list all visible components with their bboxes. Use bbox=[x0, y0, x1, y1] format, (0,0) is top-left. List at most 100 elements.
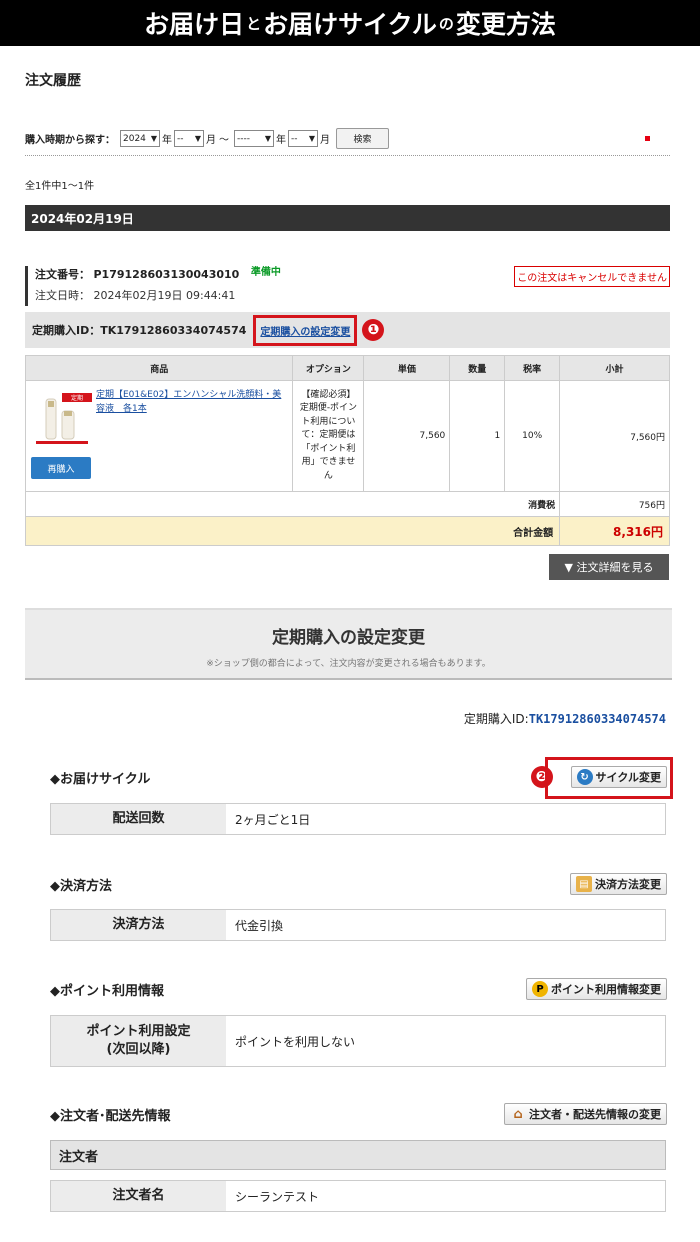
order-number-label: 注文番号： bbox=[35, 268, 90, 281]
order-date-label: 注文日時： bbox=[35, 289, 90, 302]
table-row: 定期 定期【E01&E02】エンハンシャル洗顔料・美容液 各1本 再購入 【確認… bbox=[24, 380, 670, 492]
month-suffix: 月 bbox=[206, 135, 216, 146]
table-header-row: 商品 オプション 単価 数量 税率 小計 bbox=[24, 355, 670, 381]
tax-row: 消費税 756円 bbox=[24, 491, 670, 517]
product-cell: 定期 定期【E01&E02】エンハンシャル洗顔料・美容液 各1本 再購入 bbox=[24, 380, 294, 492]
tax-value: 756円 bbox=[559, 491, 670, 517]
range-tilde: 〜 bbox=[219, 135, 229, 146]
payment-heading: ◆決済方法 bbox=[50, 878, 112, 894]
page-title: 注文履歴 bbox=[25, 73, 81, 89]
change-payment-label: 決済方法変更 bbox=[595, 878, 661, 891]
order-number: P179128603130043010 bbox=[93, 268, 240, 281]
red-square-icon bbox=[645, 136, 650, 141]
filter-label: 購入時期から探す： bbox=[25, 135, 115, 146]
option-cell: 【確認必須】定期便-ポイント利用について：定期便は「ポイント利用」できません bbox=[292, 380, 365, 492]
subscription-id-display: 定期購入ID:TK17912860334074574 bbox=[464, 710, 666, 727]
subscription-bar: 定期購入ID： TK17912860334074574 定期購入の設定変更 ❶ bbox=[25, 312, 670, 348]
purchase-period-filter: 購入時期から探す： 2024 ▼ 年 -- ▼ 月 〜 ---- ▼ 年 -- ▼ 月 … bbox=[25, 128, 670, 156]
chevron-down-icon: ▼ bbox=[308, 134, 315, 143]
subscription-id-label-2: 定期購入ID: bbox=[463, 712, 529, 726]
change-customer-label: 注文者・配送先情報の変更 bbox=[529, 1108, 661, 1121]
payment-row: 決済方法 代金引換 bbox=[50, 909, 666, 941]
payment-header: ◆決済方法 ▤ 決済方法変更 bbox=[50, 873, 667, 895]
customer-name-row: 注文者名 シーランテスト bbox=[50, 1180, 666, 1212]
col-header: オプション bbox=[292, 355, 365, 381]
customer-name-value: シーランテスト bbox=[235, 1189, 320, 1204]
payment-method-label: 決済方法 bbox=[51, 910, 226, 940]
year-suffix-2: 年 bbox=[276, 135, 286, 146]
col-header: 商品 bbox=[24, 355, 294, 381]
to-year-select[interactable]: ---- ▼ bbox=[234, 130, 274, 147]
col-header: 小計 bbox=[559, 355, 670, 381]
col-header: 税率 bbox=[504, 355, 561, 381]
from-year-select[interactable]: 2024 ▼ bbox=[120, 130, 160, 147]
status-badge: 準備中 bbox=[250, 267, 281, 278]
wallet-icon: ▤ bbox=[576, 876, 592, 892]
col-header: 単価 bbox=[363, 355, 451, 381]
delivery-count-label: 配送回数 bbox=[51, 804, 226, 834]
highlight-box bbox=[545, 757, 673, 799]
subscription-id-label: 定期購入ID： bbox=[32, 324, 101, 337]
subtotal-cell: 7,560円 bbox=[559, 380, 670, 492]
home-icon: ⌂ bbox=[513, 1106, 523, 1122]
banner-text-3: お届けサイクル bbox=[263, 10, 437, 39]
points-header: ◆ポイント利用情報 P ポイント利用情報変更 bbox=[50, 978, 667, 1000]
month-suffix-2: 月 bbox=[320, 135, 330, 146]
delivery-cycle-row: 配送回数 2ヶ月ごと1日 bbox=[50, 803, 666, 835]
delivery-cycle-heading: ◆お届けサイクル bbox=[50, 771, 151, 787]
step-1-badge: ❶ bbox=[362, 319, 385, 341]
points-setting-label-line1: ポイント利用設定 bbox=[86, 1023, 191, 1039]
search-button[interactable]: 検索 bbox=[336, 128, 389, 149]
from-month-select[interactable]: -- ▼ bbox=[174, 130, 204, 147]
unit-price-cell: 7,560 bbox=[363, 380, 451, 492]
col-header: 数量 bbox=[449, 355, 506, 381]
subscription-id: TK17912860334074574 bbox=[100, 323, 247, 337]
subscription-settings-link[interactable]: 定期購入の設定変更 bbox=[253, 314, 358, 346]
points-setting-label: ポイント利用設定 (次回以降) bbox=[51, 1016, 226, 1066]
year-suffix: 年 bbox=[162, 135, 172, 146]
total-row: 合計金額 8,316円 bbox=[24, 516, 670, 546]
customer-heading: ◆注文者･配送先情報 bbox=[50, 1108, 171, 1124]
customer-subheader: 注文者 bbox=[50, 1140, 666, 1170]
order-items-table: 商品 オプション 単価 数量 税率 小計 定期 定期【E01&E02】エンハンシ… bbox=[24, 355, 670, 546]
subscription-settings-section: 定期購入の設定変更 ※ショップ側の都合によって、注文内容が変更される場合もありま… bbox=[25, 608, 672, 680]
order-info: 注文番号： P179128603130043010 準備中 注文日時： 2024… bbox=[25, 266, 670, 306]
quantity-cell: 1 bbox=[449, 380, 506, 492]
change-points-button[interactable]: P ポイント利用情報変更 bbox=[526, 978, 667, 1000]
banner-text-4: の bbox=[438, 14, 454, 33]
section-note: ※ショップ側の都合によって、注文内容が変更される場合もあります。 bbox=[206, 659, 491, 669]
cancel-notice: この注文はキャンセルできません bbox=[514, 266, 670, 287]
product-name-link[interactable]: 定期【E01&E02】エンハンシャル洗顔料・美容液 各1本 bbox=[96, 389, 286, 416]
chevron-down-icon: ▼ bbox=[150, 134, 157, 143]
rebuy-button[interactable]: 再購入 bbox=[31, 457, 91, 479]
points-setting-value: ポイントを利用しない bbox=[235, 1034, 356, 1049]
order-date-header: 2024年02月19日 bbox=[25, 205, 670, 231]
change-points-label: ポイント利用情報変更 bbox=[551, 983, 661, 996]
total-value: 8,316円 bbox=[559, 516, 670, 546]
order-date: 2024年02月19日 09:44:41 bbox=[93, 289, 236, 302]
product-image-tag: 定期 bbox=[71, 394, 83, 402]
section-title: 定期購入の設定変更 bbox=[272, 628, 425, 648]
result-count: 全1件中1〜1件 bbox=[25, 181, 95, 192]
header-banner: お届け日 と お届けサイクル の 変更方法 bbox=[0, 0, 700, 46]
customer-name-label: 注文者名 bbox=[51, 1181, 226, 1211]
chevron-down-icon: ▼ bbox=[264, 134, 271, 143]
view-order-details-button[interactable]: ▼ 注文詳細を見る bbox=[549, 554, 669, 580]
delivery-count-value: 2ヶ月ごと1日 bbox=[235, 812, 311, 827]
change-payment-button[interactable]: ▤ 決済方法変更 bbox=[570, 873, 667, 895]
points-row: ポイント利用設定 (次回以降) ポイントを利用しない bbox=[50, 1015, 666, 1067]
change-customer-button[interactable]: ⌂ 注文者・配送先情報の変更 bbox=[504, 1103, 667, 1125]
chevron-down-icon: ▼ bbox=[194, 134, 201, 143]
total-label: 合計金額 bbox=[24, 516, 561, 546]
subscription-id-value: TK17912860334074574 bbox=[528, 712, 666, 726]
payment-method-value: 代金引換 bbox=[235, 918, 284, 933]
point-icon: P bbox=[532, 981, 548, 997]
product-image[interactable]: 定期 bbox=[32, 393, 92, 448]
banner-text-5: 変更方法 bbox=[455, 10, 556, 39]
banner-text-2: と bbox=[246, 14, 262, 33]
points-heading: ◆ポイント利用情報 bbox=[50, 983, 164, 999]
customer-header: ◆注文者･配送先情報 ⌂ 注文者・配送先情報の変更 bbox=[50, 1103, 667, 1125]
tax-rate-cell: 10% bbox=[504, 380, 561, 492]
banner-text-1: お届け日 bbox=[144, 10, 245, 39]
to-month-select[interactable]: -- ▼ bbox=[288, 130, 318, 147]
